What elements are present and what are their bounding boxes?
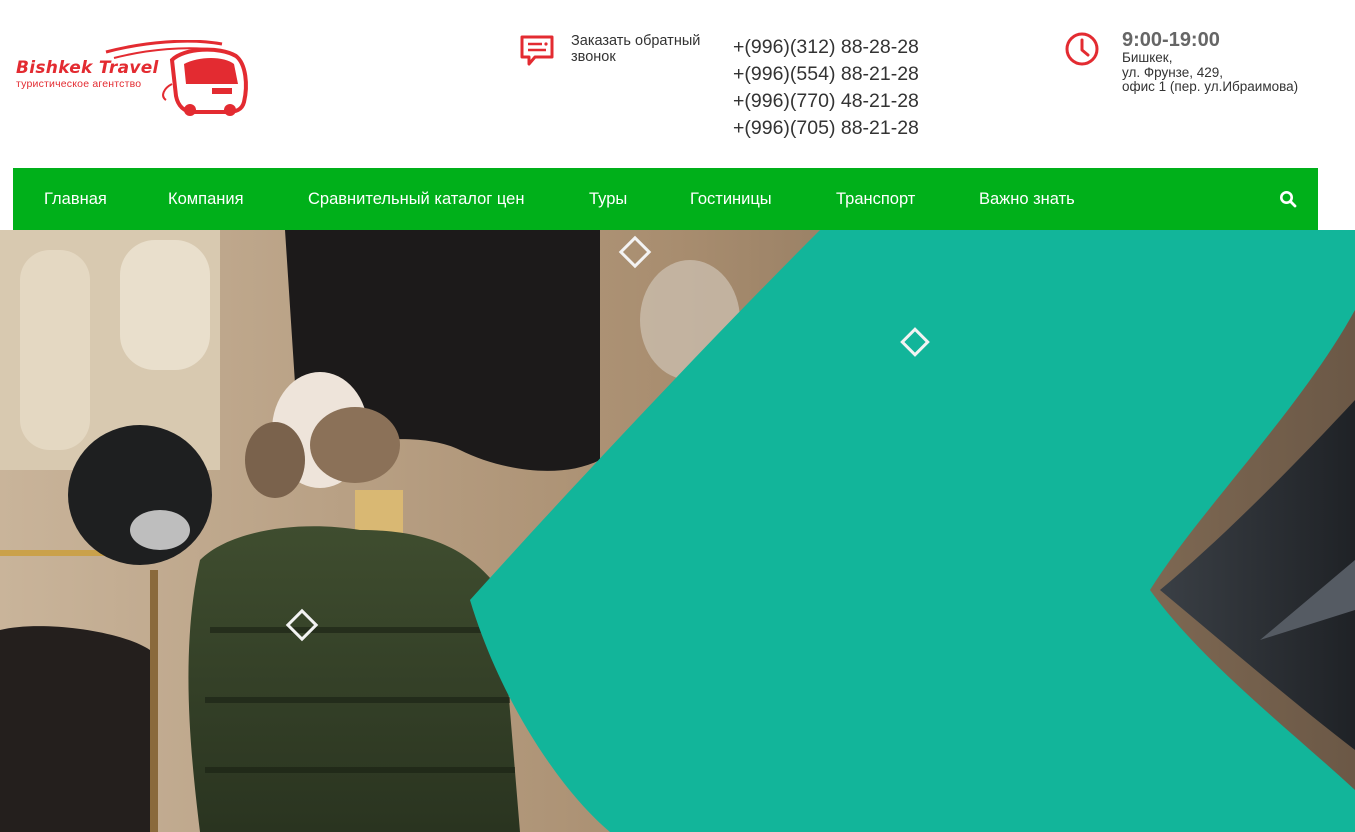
- phone-link-1[interactable]: +(996)(312) 88-28-28: [733, 34, 919, 61]
- phone-link-3[interactable]: +(996)(770) 48-21-28: [733, 88, 919, 115]
- callback-label: Заказать обратный звонок: [571, 33, 701, 65]
- address-line: ул. Фрунзе, 429,: [1122, 64, 1223, 80]
- working-hours: 9:00-19:00: [1122, 29, 1220, 51]
- nav-item-company[interactable]: Компания: [168, 168, 244, 230]
- nav-item-tours[interactable]: Туры: [589, 168, 627, 230]
- logo-tagline: туристическое агентство: [16, 78, 142, 90]
- nav-item-price-catalog[interactable]: Сравнительный каталог цен: [308, 168, 524, 230]
- search-icon[interactable]: [1279, 190, 1297, 208]
- hero-slide-image: [0, 230, 1355, 832]
- nav-item-important[interactable]: Важно знать: [979, 168, 1075, 230]
- address-line: Бишкек,: [1122, 50, 1173, 65]
- site-logo[interactable]: Bishkek Travel туристическое агентство: [14, 40, 254, 120]
- nav-item-home[interactable]: Главная: [44, 168, 107, 230]
- phone-link-2[interactable]: +(996)(554) 88-21-28: [733, 61, 919, 88]
- chat-callback-icon: [520, 35, 554, 66]
- nav-item-hotels[interactable]: Гостиницы: [690, 168, 772, 230]
- site-header: Bishkek Travel туристическое агентство З…: [0, 0, 1355, 168]
- clock-icon: [1065, 32, 1099, 66]
- main-navigation: Главная Компания Сравнительный каталог ц…: [13, 168, 1318, 230]
- phone-link-4[interactable]: +(996)(705) 88-21-28: [733, 115, 919, 142]
- phone-list: +(996)(312) 88-28-28 +(996)(554) 88-21-2…: [733, 34, 919, 142]
- nav-item-transport[interactable]: Транспорт: [836, 168, 915, 230]
- logo-name: Bishkek Travel: [16, 58, 159, 78]
- address-line: офис 1 (пер. ул.Ибраимова): [1122, 79, 1299, 94]
- hero-slider[interactable]: [0, 230, 1355, 832]
- office-address: Бишкек, ул. Фрунзе, 429, офис 1 (пер. ул…: [1122, 50, 1352, 95]
